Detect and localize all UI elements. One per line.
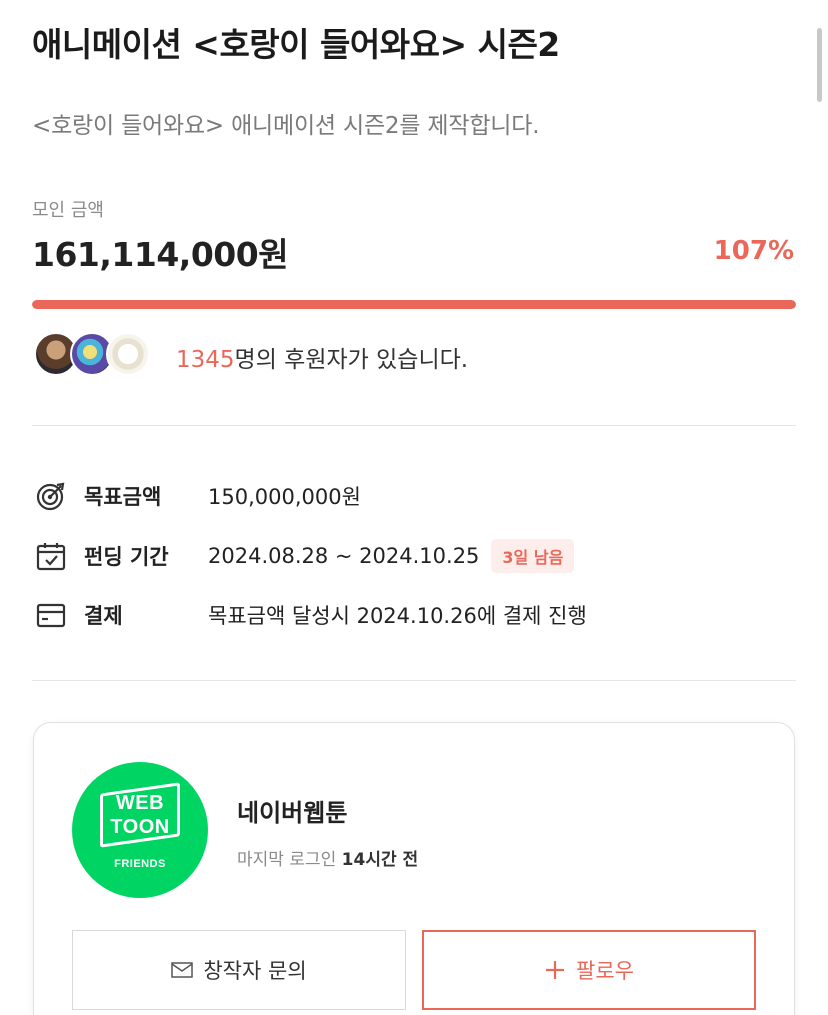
project-subtitle: <호랑이 들어와요> 애니메이션 시즌2를 제작합니다. xyxy=(32,113,540,139)
logo-text-toon: TOON xyxy=(110,816,170,838)
follow-label: 팔로우 xyxy=(576,959,634,983)
progress-bar xyxy=(32,300,796,309)
supporter-suffix: 명의 후원자가 있습니다. xyxy=(234,347,469,373)
period-label: 펀딩 기간 xyxy=(84,545,169,569)
mail-icon xyxy=(171,961,194,979)
scrollbar[interactable] xyxy=(817,28,822,102)
goal-row: 목표금액 150,000,000원 xyxy=(34,478,361,514)
plus-icon xyxy=(544,959,566,981)
goal-value: 150,000,000원 xyxy=(208,485,361,509)
project-title: 애니메이션 <호랑이 들어와요> 시즌2 xyxy=(32,25,560,64)
supporter-count: 1345 xyxy=(176,347,235,373)
logo-text-web: WEB xyxy=(115,792,165,814)
last-login-value: 14시간 전 xyxy=(341,850,419,870)
period-value-wrap: 2024.08.28 ~ 2024.10.25 3일 남음 xyxy=(208,539,575,573)
progress-fill xyxy=(32,300,796,309)
creator-name[interactable]: 네이버웹툰 xyxy=(237,793,347,828)
avatar xyxy=(106,332,150,376)
supporter-avatars xyxy=(34,332,164,376)
divider xyxy=(32,680,796,681)
funding-percent: 107% xyxy=(713,236,794,266)
card-icon xyxy=(34,598,68,632)
payment-label: 결제 xyxy=(84,604,123,628)
raised-amount: 161,114,000원 xyxy=(32,235,289,274)
payment-value: 목표금액 달성시 2024.10.26에 결제 진행 xyxy=(208,604,587,628)
target-icon xyxy=(34,479,68,513)
remaining-days-badge: 3일 남음 xyxy=(491,539,575,573)
logo-text-friends: FRIENDS xyxy=(114,858,166,870)
creator-card: WEB TOON FRIENDS 네이버웹툰 마지막 로그인 14시간 전 창작… xyxy=(33,722,795,1015)
divider xyxy=(32,425,796,426)
period-row: 펀딩 기간 2024.08.28 ~ 2024.10.25 3일 남음 xyxy=(34,538,575,574)
contact-creator-button[interactable]: 창작자 문의 xyxy=(72,930,406,1010)
contact-label: 창작자 문의 xyxy=(203,959,307,983)
creator-logo[interactable]: WEB TOON FRIENDS xyxy=(72,762,208,898)
last-login-prefix: 마지막 로그인 xyxy=(237,850,337,870)
payment-row: 결제 목표금액 달성시 2024.10.26에 결제 진행 xyxy=(34,597,587,633)
goal-label: 목표금액 xyxy=(84,485,162,509)
period-value: 2024.08.28 ~ 2024.10.25 xyxy=(208,544,480,568)
raised-label: 모인 금액 xyxy=(32,200,104,221)
follow-button[interactable]: 팔로우 xyxy=(422,930,756,1010)
last-login: 마지막 로그인 14시간 전 xyxy=(237,845,418,870)
calendar-icon xyxy=(34,539,68,573)
supporter-count-text: 1345명의 후원자가 있습니다. xyxy=(176,340,468,374)
